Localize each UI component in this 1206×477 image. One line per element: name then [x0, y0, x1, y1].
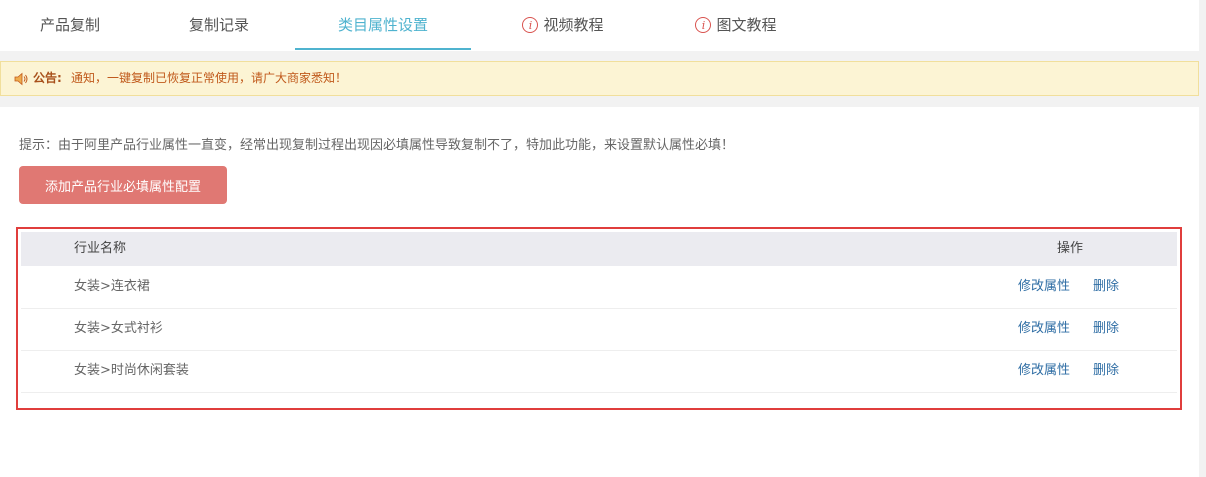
announcement-text: 通知，一键复制已恢复正常使用，请广大商家悉知！ [71, 71, 348, 85]
info-icon: i [522, 17, 539, 33]
column-header-industry-name: 行业名称 [74, 241, 127, 256]
hint-text: 提示：由于阿里产品行业属性一直变，经常出现复制过程出现因必填属性导致复制不了，特… [19, 138, 735, 153]
tab-label: 复制记录 [188, 16, 249, 34]
tab-label: 图文教程 [716, 16, 777, 34]
announcement-label: 公告: [33, 71, 62, 85]
delete-link[interactable]: 删除 [1093, 350, 1119, 392]
tab-category-attribute-settings[interactable]: 类目属性设置 [295, 0, 471, 51]
industry-name-cell: 女装>连衣裙 [74, 279, 150, 294]
tab-label: 产品复制 [39, 16, 100, 34]
edit-attribute-link[interactable]: 修改属性 [1018, 350, 1070, 392]
industry-attribute-table: 行业名称 操作 女装>连衣裙 修改属性 删除 女装>女式衬衫 修改属性 删除 女… [16, 227, 1182, 410]
tab-label: 视频教程 [543, 16, 604, 34]
table-row: 女装>女式衬衫 修改属性 删除 [21, 308, 1177, 351]
add-industry-attribute-button[interactable]: 添加产品行业必填属性配置 [19, 166, 227, 204]
tab-bar: 产品复制 复制记录 类目属性设置 i 视频教程 i 图文教程 [0, 0, 1199, 51]
tab-video-tutorial[interactable]: i 视频教程 [507, 0, 619, 51]
table-row: 女装>连衣裙 修改属性 删除 [21, 266, 1177, 309]
tab-product-copy[interactable]: 产品复制 [21, 0, 119, 51]
delete-link[interactable]: 删除 [1093, 308, 1119, 350]
info-icon: i [695, 17, 712, 33]
table-row: 女装>时尚休闲套装 修改属性 删除 [21, 350, 1177, 393]
industry-name-cell: 女装>女式衬衫 [74, 321, 163, 336]
edit-attribute-link[interactable]: 修改属性 [1018, 308, 1070, 350]
speaker-icon [14, 72, 28, 86]
delete-link[interactable]: 删除 [1093, 266, 1119, 308]
tab-label: 类目属性设置 [337, 16, 428, 34]
main-panel: 提示：由于阿里产品行业属性一直变，经常出现复制过程出现因必填属性导致复制不了，特… [0, 107, 1199, 477]
tab-copy-records[interactable]: 复制记录 [171, 0, 267, 51]
tab-image-text-tutorial[interactable]: i 图文教程 [680, 0, 792, 51]
column-header-operation: 操作 [1057, 241, 1084, 256]
table-header: 行业名称 操作 [21, 232, 1177, 266]
edit-attribute-link[interactable]: 修改属性 [1018, 266, 1070, 308]
industry-name-cell: 女装>时尚休闲套装 [74, 363, 189, 378]
announcement-bar: 公告: 通知，一键复制已恢复正常使用，请广大商家悉知！ [0, 61, 1199, 96]
